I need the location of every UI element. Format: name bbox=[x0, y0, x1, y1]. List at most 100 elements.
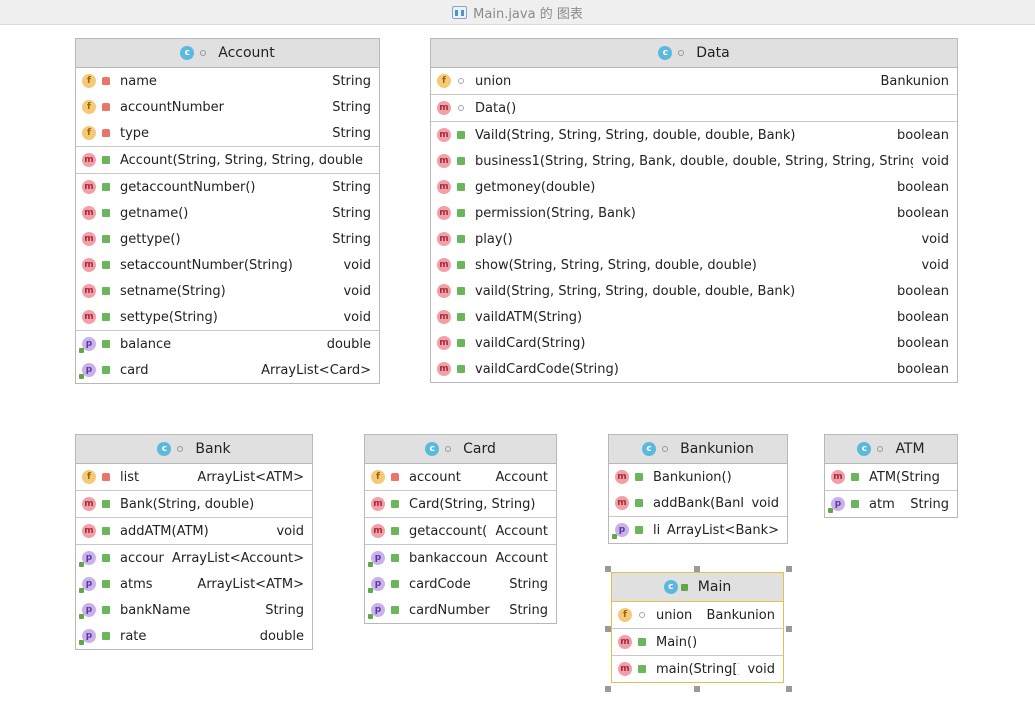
member-row[interactable]: f list ArrayList<ATM> bbox=[76, 464, 312, 490]
member-type: Account bbox=[495, 469, 549, 485]
member-row[interactable]: m getname() String bbox=[76, 200, 379, 226]
selection-handle[interactable] bbox=[786, 626, 792, 632]
member-type: boolean bbox=[897, 205, 949, 221]
class-header: c ATM bbox=[825, 435, 957, 464]
member-name: name bbox=[120, 73, 157, 89]
member-name: account bbox=[409, 469, 461, 485]
property-icon: p bbox=[79, 551, 96, 567]
member-row[interactable]: p bankaccount Account bbox=[365, 545, 556, 571]
selection-handle[interactable] bbox=[694, 686, 700, 692]
member-row[interactable]: m Vaild(String, String, String, double, d… bbox=[431, 122, 957, 148]
class-box-atm[interactable]: c ATM m ATM(String) p atm String bbox=[824, 434, 958, 518]
member-row[interactable]: p bankName String bbox=[76, 597, 312, 623]
class-icon: c bbox=[658, 46, 673, 60]
member-name: setaccountNumber(String) bbox=[120, 257, 293, 273]
member-row[interactable]: m permission(String, Bank) boolean bbox=[431, 200, 957, 226]
member-section: m addATM(ATM) void bbox=[76, 518, 312, 545]
member-row[interactable]: m Bank(String, double) bbox=[76, 491, 312, 517]
member-name: getaccountNumber() bbox=[120, 179, 256, 195]
member-row[interactable]: m Data() bbox=[431, 95, 957, 121]
member-row[interactable]: m addBank(Bank) void bbox=[609, 490, 787, 516]
member-row[interactable]: m show(String, String, String, double, do… bbox=[431, 252, 957, 278]
member-row[interactable]: f accountNumber String bbox=[76, 94, 379, 120]
selection-handle[interactable] bbox=[694, 566, 700, 572]
member-section: p account ArrayList<Account> p atms ArrayList… bbox=[76, 545, 312, 649]
member-row[interactable]: f type String bbox=[76, 120, 379, 146]
member-row[interactable]: m vaildCardCode(String) boolean bbox=[431, 356, 957, 382]
member-row[interactable]: p atm String bbox=[825, 491, 957, 517]
member-row[interactable]: m Main() bbox=[612, 629, 783, 655]
selection-handle[interactable] bbox=[786, 566, 792, 572]
override-marker-icon bbox=[79, 348, 84, 353]
selection-handle[interactable] bbox=[605, 686, 611, 692]
member-row[interactable]: m gettype() String bbox=[76, 226, 379, 252]
member-row[interactable]: m Account(String, String, String, double) bbox=[76, 147, 379, 173]
method-icon: m bbox=[437, 206, 451, 220]
member-type: ArrayList<ATM> bbox=[197, 469, 304, 485]
member-row[interactable]: m play() void bbox=[431, 226, 957, 252]
class-icon: c bbox=[642, 442, 657, 456]
member-section: m Bank(String, double) bbox=[76, 491, 312, 518]
member-row[interactable]: p atms ArrayList<ATM> bbox=[76, 571, 312, 597]
member-row[interactable]: m business1(String, String, Bank, double,… bbox=[431, 148, 957, 174]
class-icon: c bbox=[857, 442, 872, 456]
member-row[interactable]: m settype(String) void bbox=[76, 304, 379, 330]
member-type: ArrayList<Card> bbox=[261, 362, 371, 378]
member-row[interactable]: p balance double bbox=[76, 331, 379, 357]
member-name: setname(String) bbox=[120, 283, 226, 299]
selection-handle[interactable] bbox=[786, 686, 792, 692]
member-section: p bankaccount Account p cardCode String p cardN… bbox=[365, 545, 556, 623]
class-box-data[interactable]: c Data f union Bankunion m Data() m Vaild(String… bbox=[430, 38, 958, 383]
member-row[interactable]: m setaccountNumber(String) void bbox=[76, 252, 379, 278]
member-name: atms bbox=[120, 576, 153, 592]
override-marker-icon bbox=[79, 614, 84, 619]
package-visibility-icon bbox=[877, 446, 884, 452]
member-type: String bbox=[332, 205, 371, 221]
method-icon: m bbox=[82, 206, 96, 220]
class-box-main[interactable]: c Main f union Bankunion m Main() m main(String[… bbox=[611, 572, 784, 683]
member-row[interactable]: m getmoney(double) boolean bbox=[431, 174, 957, 200]
member-name: permission(String, Bank) bbox=[475, 205, 636, 221]
member-row[interactable]: plistArrayList<Bank> bbox=[609, 517, 787, 543]
class-box-bankunion[interactable]: c Bankunion m Bankunion() m addBank(Bank) void… bbox=[608, 434, 788, 544]
member-row[interactable]: m vaildATM(String) boolean bbox=[431, 304, 957, 330]
member-row[interactable]: m vaildCard(String) boolean bbox=[431, 330, 957, 356]
package-visibility-icon bbox=[639, 612, 645, 618]
member-row[interactable]: f union Bankunion bbox=[612, 602, 783, 628]
member-row[interactable]: m setname(String) void bbox=[76, 278, 379, 304]
override-marker-icon bbox=[79, 640, 84, 645]
member-name: atm bbox=[869, 496, 895, 512]
member-row[interactable]: p rate double bbox=[76, 623, 312, 649]
member-row[interactable]: m Card(String, String) bbox=[365, 491, 556, 517]
class-box-bank[interactable]: c Bank f list ArrayList<ATM> m Bank(String, do… bbox=[75, 434, 313, 650]
member-name: settype(String) bbox=[120, 309, 218, 325]
member-row[interactable]: m addATM(ATM) void bbox=[76, 518, 312, 544]
class-box-account[interactable]: c Account f name String f accountNumber String f… bbox=[75, 38, 380, 384]
member-section: m ATM(String) bbox=[825, 464, 957, 491]
member-row[interactable]: m getaccount() Account bbox=[365, 518, 556, 544]
member-name: Main() bbox=[656, 634, 698, 650]
member-row[interactable]: f account Account bbox=[365, 464, 556, 490]
selection-handle[interactable] bbox=[605, 566, 611, 572]
member-row[interactable]: p cardNumber String bbox=[365, 597, 556, 623]
property-icon: p bbox=[368, 551, 385, 567]
member-row[interactable]: m ATM(String) bbox=[825, 464, 957, 490]
member-name: Account(String, String, String, double) bbox=[120, 152, 363, 168]
member-row[interactable]: m Bankunion() bbox=[609, 464, 787, 490]
class-box-card[interactable]: c Card f account Account m Card(String, String… bbox=[364, 434, 557, 624]
member-row[interactable]: p cardCode String bbox=[365, 571, 556, 597]
public-lock-icon bbox=[102, 632, 110, 640]
member-row[interactable]: f union Bankunion bbox=[431, 68, 957, 94]
member-row[interactable]: m getaccountNumber() String bbox=[76, 174, 379, 200]
class-header: c Bank bbox=[76, 435, 312, 464]
selection-handle[interactable] bbox=[605, 626, 611, 632]
member-row[interactable]: m main(String[]) void bbox=[612, 656, 783, 682]
member-type: void bbox=[921, 231, 949, 247]
member-section: f union Bankunion bbox=[612, 602, 783, 629]
property-icon: p bbox=[79, 577, 96, 593]
member-row[interactable]: f name String bbox=[76, 68, 379, 94]
member-row[interactable]: m vaild(String, String, String, double, d… bbox=[431, 278, 957, 304]
member-row[interactable]: p card ArrayList<Card> bbox=[76, 357, 379, 383]
member-row[interactable]: p account ArrayList<Account> bbox=[76, 545, 312, 571]
private-lock-icon bbox=[102, 103, 110, 111]
